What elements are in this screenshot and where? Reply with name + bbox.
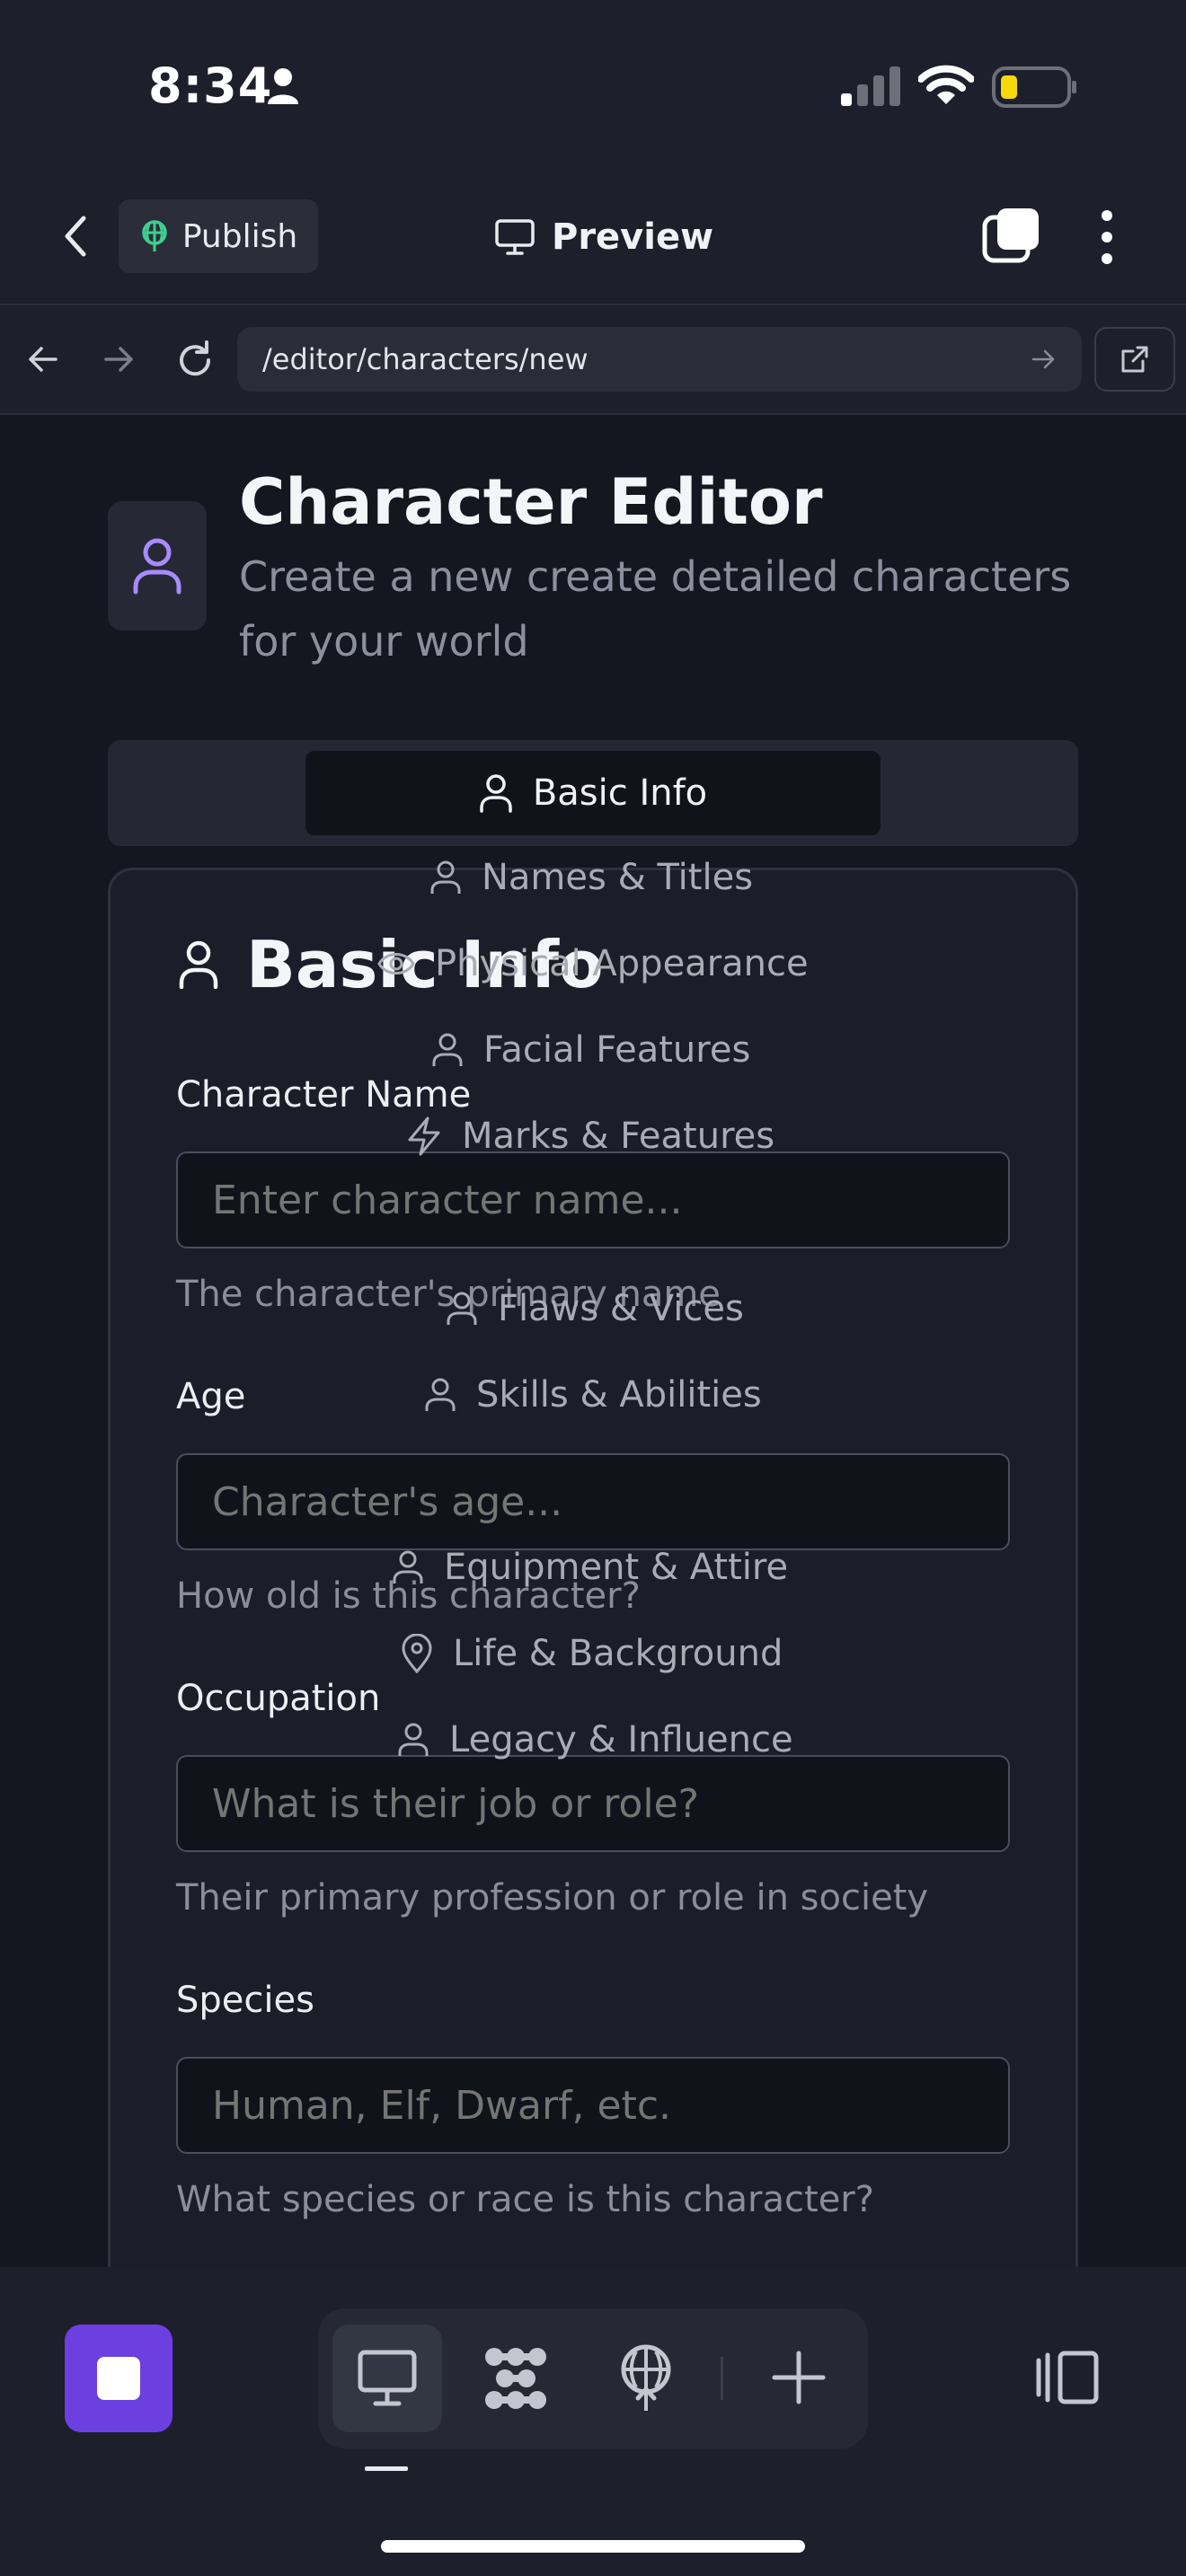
open-external-button[interactable]	[1094, 327, 1175, 392]
map-pin-icon	[402, 1634, 432, 1673]
preview-toggle[interactable]: Preview	[494, 212, 713, 262]
dropdown-item-equipment-attire[interactable]: Equipment & Attire	[392, 1547, 788, 1588]
user-icon	[133, 538, 181, 595]
globe-upload-icon	[621, 2344, 671, 2411]
split-panel-icon	[1036, 2351, 1099, 2404]
go-arrow-icon[interactable]	[1030, 346, 1057, 373]
dropdown-item-facial-features[interactable]: Facial Features	[431, 1029, 750, 1071]
character-name-input[interactable]	[176, 1151, 1010, 1248]
user-icon	[432, 1033, 463, 1066]
user-icon	[430, 860, 461, 894]
monitor-icon	[358, 2350, 417, 2406]
publish-label: Publish	[181, 217, 298, 255]
desktop-view-button[interactable]	[358, 2348, 417, 2407]
browser-back-button[interactable]	[25, 341, 61, 377]
home-indicator	[381, 2540, 805, 2553]
user-icon	[398, 1723, 429, 1756]
occupation-help: Their primary profession or role in soci…	[176, 1877, 929, 1919]
page-subtitle: Create a new create detailed characters …	[239, 552, 1072, 666]
reload-button[interactable]	[174, 340, 216, 381]
occupation-label: Occupation	[176, 1678, 381, 1719]
battery-icon	[992, 66, 1078, 108]
user-icon	[479, 773, 513, 813]
preview-label: Preview	[552, 216, 714, 258]
publish-view-button[interactable]	[618, 2344, 674, 2413]
add-button[interactable]	[771, 2350, 827, 2405]
user-icon	[393, 1550, 423, 1584]
dropdown-item-skills-abilities[interactable]: Skills & Abilities	[424, 1374, 762, 1416]
publish-button[interactable]: Publish	[119, 199, 318, 273]
blocks-icon	[485, 2348, 546, 2409]
occupation-input[interactable]	[176, 1755, 1010, 1852]
wifi-icon	[918, 63, 974, 106]
user-icon	[447, 1292, 477, 1325]
tab-label: Basic Info	[532, 772, 708, 814]
active-view-indicator	[365, 2466, 408, 2471]
species-label: Species	[176, 1980, 314, 2021]
arrow-left-icon	[29, 347, 58, 372]
url-text: /editor/characters/new	[262, 342, 589, 376]
page-icon-box	[108, 501, 207, 631]
publish-icon	[139, 219, 170, 253]
page-title: Character Editor	[239, 465, 823, 539]
eye-icon	[377, 953, 415, 975]
dropdown-item-names-titles[interactable]: Names & Titles	[429, 857, 753, 898]
tabs-switcher-button[interactable]	[981, 207, 1040, 264]
status-time: 8:34	[148, 57, 273, 114]
lightning-icon	[408, 1116, 440, 1156]
dropdown-item-flaws-vices[interactable]: Flaws & Vices	[446, 1288, 744, 1329]
stop-icon	[97, 2357, 140, 2400]
browser-forward-button[interactable]	[101, 341, 137, 377]
species-help: What species or race is this character?	[176, 2179, 874, 2220]
reload-icon	[180, 340, 211, 376]
tab-basic-info[interactable]: Basic Info	[305, 751, 881, 835]
dropdown-item-legacy-influence[interactable]: Legacy & Influence	[397, 1719, 793, 1760]
character-name-label: Character Name	[176, 1074, 472, 1116]
more-options-button[interactable]	[1091, 208, 1123, 266]
dropdown-item-marks-features[interactable]: Marks & Features	[406, 1116, 774, 1157]
stop-button[interactable]	[65, 2325, 173, 2432]
header-divider	[0, 304, 1186, 305]
dropdown-item-physical-appearance[interactable]: Physical Appearance	[377, 943, 809, 984]
user-icon	[425, 1378, 456, 1411]
copy-icon	[982, 208, 1039, 263]
plus-icon	[772, 2351, 826, 2404]
dropdown-item-life-background[interactable]: Life & Background	[401, 1633, 783, 1674]
device-frame-button[interactable]	[1035, 2350, 1100, 2405]
age-label: Age	[176, 1376, 246, 1417]
url-bar[interactable]: /editor/characters/new	[237, 327, 1082, 392]
back-button[interactable]	[54, 207, 97, 266]
switcher-divider	[721, 2357, 723, 2400]
cellular-signal-icon	[839, 65, 902, 106]
age-input[interactable]	[176, 1453, 1010, 1550]
species-input[interactable]	[176, 2057, 1010, 2154]
components-button[interactable]	[482, 2344, 550, 2413]
more-vertical-icon	[1102, 210, 1112, 264]
arrow-right-icon	[104, 347, 133, 372]
external-link-icon	[1121, 346, 1148, 373]
chevron-left-icon	[65, 216, 86, 257]
user-icon	[178, 940, 219, 989]
monitor-icon	[494, 218, 535, 256]
person-icon	[266, 66, 300, 106]
